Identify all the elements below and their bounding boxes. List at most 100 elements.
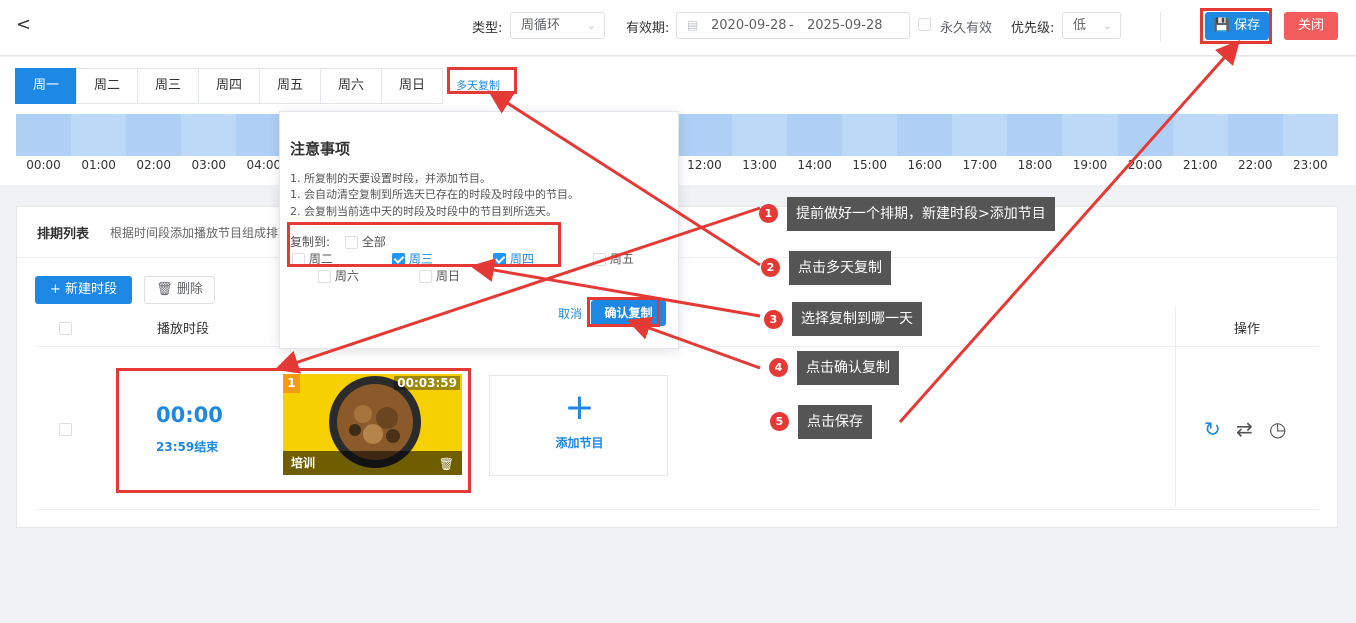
timeline-hour-label: 19:00 bbox=[1072, 158, 1108, 172]
popover-title: 注意事项 bbox=[290, 140, 351, 158]
timeline-segment bbox=[1227, 114, 1283, 156]
annotation-badge: 1 bbox=[759, 204, 778, 223]
tab-day-4[interactable]: 周五 bbox=[259, 68, 321, 104]
type-select[interactable]: 周循环 ⌄ bbox=[510, 12, 605, 39]
annotation-label: 提前做好一个排期，新建时段>添加节目 bbox=[787, 197, 1055, 231]
timeline-segment bbox=[126, 114, 182, 156]
timeline-hour-label: 22:00 bbox=[1237, 158, 1273, 172]
row-checkbox[interactable] bbox=[59, 422, 72, 437]
chevron-down-icon: ⌄ bbox=[1102, 19, 1112, 32]
popover-note: 1. 会自动清空复制到所选天已存在的时段及时段中的节目。 bbox=[290, 188, 579, 201]
permanent-checkbox[interactable] bbox=[918, 17, 931, 32]
timeline-segment bbox=[676, 114, 733, 156]
copy-option-sat[interactable]: 周六 bbox=[318, 267, 359, 284]
timeline-segment bbox=[1117, 114, 1173, 156]
timeline-segment bbox=[842, 114, 898, 156]
new-slot-button[interactable]: + 新建时段 bbox=[35, 276, 132, 304]
timeline-hour-label: 13:00 bbox=[742, 158, 777, 172]
timeline-segment bbox=[16, 114, 72, 156]
delete-button[interactable]: 🗑 删除 bbox=[144, 276, 215, 304]
annotation-highlight-multi-copy bbox=[447, 67, 517, 94]
timeline-hour-label: 21:00 bbox=[1182, 158, 1218, 172]
date-separator: - bbox=[789, 18, 794, 33]
add-program-button[interactable]: + 添加节目 bbox=[489, 375, 668, 476]
header-divider bbox=[1160, 12, 1161, 42]
timeline-segment bbox=[181, 114, 237, 156]
annotation-label: 点击保存 bbox=[798, 405, 872, 439]
plus-icon: + bbox=[49, 282, 61, 297]
annotation-badge: 3 bbox=[764, 310, 783, 329]
shuffle-icon[interactable]: ⇄ bbox=[1236, 417, 1253, 441]
column-header-ops: 操作 bbox=[1234, 322, 1261, 337]
priority-select[interactable]: 低 ⌄ bbox=[1062, 12, 1121, 39]
copy-option-fri[interactable]: 周五 bbox=[593, 250, 634, 267]
copy-option-sun[interactable]: 周日 bbox=[419, 267, 460, 284]
timeline-segment bbox=[732, 114, 788, 156]
ops-divider bbox=[1175, 307, 1176, 507]
timeline-segment bbox=[71, 114, 127, 156]
chevron-down-icon: ⌄ bbox=[586, 19, 596, 32]
schedule-list-description: 根据时间段添加播放节目组成排期 bbox=[110, 226, 291, 240]
start-date: 2020-09-28 bbox=[711, 18, 787, 33]
timeline-hour-label: 15:00 bbox=[852, 158, 887, 172]
day-tabs: 周一 周二 周三 周四 周五 周六 周日 bbox=[15, 68, 443, 104]
repeat-icon[interactable]: ↻ bbox=[1204, 417, 1221, 441]
timeline-hour-label: 02:00 bbox=[136, 158, 171, 172]
timeline-hour-label: 20:00 bbox=[1127, 158, 1163, 172]
plus-icon: + bbox=[564, 387, 595, 428]
clock-icon[interactable]: ◷ bbox=[1269, 417, 1286, 441]
cancel-copy-button[interactable]: 取消 bbox=[558, 305, 582, 322]
add-program-label: 添加节目 bbox=[555, 436, 604, 450]
trash-icon: 🗑 bbox=[156, 282, 173, 297]
timeline-hour-label: 16:00 bbox=[907, 158, 943, 172]
divider bbox=[35, 509, 1319, 510]
popover-note: 2. 会复制当前选中天的时段及时段中的节目到所选天。 bbox=[290, 205, 557, 218]
timeline-hour-label: 14:00 bbox=[797, 158, 832, 172]
priority-select-value: 低 bbox=[1073, 18, 1087, 33]
date-range-picker[interactable]: ▤ 2020-09-28 - 2025-09-28 bbox=[676, 12, 910, 39]
annotation-label: 点击多天复制 bbox=[789, 251, 891, 285]
timeline-hour-label: 17:00 bbox=[962, 158, 998, 172]
select-all-checkbox[interactable] bbox=[59, 321, 72, 336]
delete-label: 删除 bbox=[176, 282, 203, 297]
close-button[interactable]: 关闭 bbox=[1284, 12, 1338, 40]
tab-day-0[interactable]: 周一 bbox=[15, 68, 77, 104]
timeline-hour-label: 03:00 bbox=[191, 158, 227, 172]
timeline-segment bbox=[897, 114, 953, 156]
calendar-icon: ▤ bbox=[687, 18, 699, 32]
annotation-badge: 5 bbox=[770, 412, 789, 431]
permanent-label: 永久有效 bbox=[940, 21, 993, 36]
type-label: 类型: bbox=[472, 21, 503, 36]
priority-label: 优先级: bbox=[1011, 21, 1055, 36]
annotation-label: 选择复制到哪一天 bbox=[792, 302, 922, 336]
timeline-hour-label: 23:00 bbox=[1293, 158, 1328, 172]
annotation-highlight-save bbox=[1200, 8, 1272, 44]
annotation-highlight-confirm bbox=[587, 297, 660, 327]
column-header-time: 播放时段 bbox=[157, 322, 210, 337]
timeline-segment bbox=[1062, 114, 1118, 156]
annotation-badge: 4 bbox=[769, 358, 788, 377]
tab-day-5[interactable]: 周六 bbox=[320, 68, 382, 104]
timeline-segment bbox=[952, 114, 1008, 156]
timeline-hour-label: 18:00 bbox=[1017, 158, 1053, 172]
annotation-label: 点击确认复制 bbox=[797, 351, 899, 385]
top-toolbar: < 类型: 周循环 ⌄ 有效期: ▤ 2020-09-28 - 2025-09-… bbox=[0, 0, 1356, 56]
tab-day-1[interactable]: 周二 bbox=[76, 68, 138, 104]
tab-day-6[interactable]: 周日 bbox=[381, 68, 443, 104]
timeline-hour-label: 01:00 bbox=[81, 158, 116, 172]
annotation-badge: 2 bbox=[761, 258, 780, 277]
schedule-list-title: 排期列表 bbox=[37, 227, 90, 242]
timeline-segment bbox=[1172, 114, 1228, 156]
tab-day-3[interactable]: 周四 bbox=[198, 68, 260, 104]
timeline-hour-label: 12:00 bbox=[687, 158, 722, 172]
timeline-hour-label: 00:00 bbox=[26, 158, 61, 172]
tab-day-2[interactable]: 周三 bbox=[137, 68, 199, 104]
timeline-segment bbox=[787, 114, 843, 156]
validity-label: 有效期: bbox=[626, 21, 670, 36]
end-date: 2025-09-28 bbox=[807, 18, 883, 33]
new-slot-label: 新建时段 bbox=[65, 282, 118, 297]
popover-note: 1. 所复制的天要设置时段，并添加节目。 bbox=[290, 172, 491, 185]
back-icon[interactable]: < bbox=[16, 14, 31, 35]
timeline-segment bbox=[1282, 114, 1338, 156]
type-select-value: 周循环 bbox=[521, 18, 561, 33]
